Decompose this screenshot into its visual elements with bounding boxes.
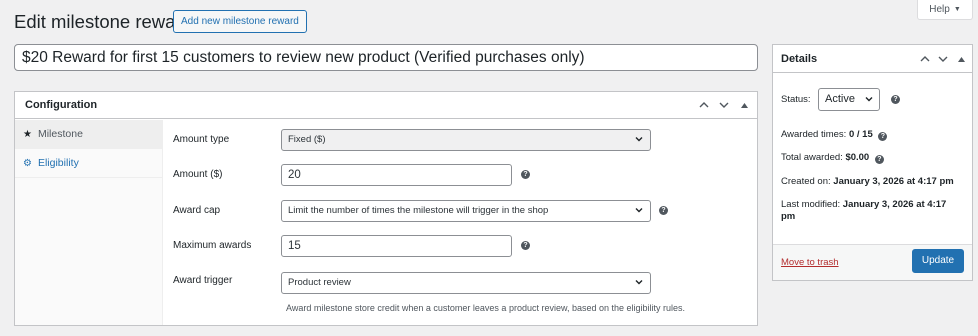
- details-footer: Move to trash Update: [773, 244, 972, 280]
- collapse-toggle-icon[interactable]: [737, 97, 751, 113]
- awarded-times-row: Awarded times: 0 / 15 ?: [781, 129, 888, 141]
- help-question-icon[interactable]: ?: [521, 241, 530, 250]
- maximum-awards-input[interactable]: 15: [281, 235, 512, 257]
- move-up-icon[interactable]: [918, 51, 932, 67]
- last-modified-value: January 3, 2026 at 4:17: [842, 199, 947, 210]
- update-button[interactable]: Update: [912, 249, 964, 273]
- amount-input[interactable]: 20: [281, 164, 512, 186]
- help-label: Help: [929, 4, 950, 15]
- total-awarded-row: Total awarded: $0.00 ?: [781, 152, 884, 164]
- amount-type-label: Amount type: [173, 134, 230, 145]
- award-cap-select[interactable]: Limit the number of times the milestone …: [281, 200, 651, 222]
- configuration-header: Configuration: [15, 92, 757, 119]
- tab-eligibility[interactable]: ⚙ Eligibility: [15, 149, 162, 178]
- page-title: Edit milestone reward: [14, 11, 192, 32]
- award-trigger-select[interactable]: Product review: [281, 272, 651, 294]
- move-down-icon[interactable]: [936, 51, 950, 67]
- awarded-times-value: 0 / 15: [848, 129, 873, 140]
- help-question-icon[interactable]: ?: [878, 132, 888, 141]
- add-new-milestone-button[interactable]: Add new milestone reward: [173, 10, 307, 33]
- gear-icon: ⚙: [23, 157, 32, 169]
- award-trigger-value: Product review: [288, 277, 351, 288]
- award-trigger-description: Award milestone store credit when a cust…: [286, 303, 686, 313]
- details-title: Details: [781, 53, 818, 65]
- configuration-title: Configuration: [25, 99, 98, 111]
- chevron-down-icon: [634, 277, 644, 287]
- move-up-icon[interactable]: [697, 97, 711, 113]
- last-modified-value-cont: pm: [781, 211, 796, 222]
- collapse-toggle-icon[interactable]: [954, 51, 968, 67]
- help-tab-button[interactable]: Help ▼: [917, 0, 973, 20]
- last-modified-row: Last modified: January 3, 2026 at 4:17: [781, 199, 946, 211]
- chevron-down-icon: [864, 94, 874, 104]
- tab-milestone[interactable]: ★ Milestone: [15, 120, 162, 149]
- awarded-times-label: Awarded times:: [781, 129, 847, 140]
- star-icon: ★: [23, 128, 32, 140]
- configuration-panel: Configuration ★ Milestone ⚙ Eligibility …: [14, 91, 758, 326]
- amount-type-select[interactable]: Fixed ($): [281, 129, 651, 151]
- move-to-trash-link[interactable]: Move to trash: [781, 257, 839, 268]
- tab-eligibility-label: Eligibility: [37, 157, 79, 169]
- created-on-value: January 3, 2026 at 4:17 pm: [833, 176, 954, 187]
- details-header: Details: [773, 45, 972, 73]
- chevron-down-icon: [634, 205, 644, 215]
- maximum-awards-label: Maximum awards: [173, 240, 252, 251]
- award-trigger-label: Award trigger: [173, 275, 233, 286]
- help-question-icon[interactable]: ?: [659, 206, 668, 215]
- last-modified-label: Last modified:: [781, 199, 841, 210]
- details-panel: Details Status: Active ? Awarded times: …: [772, 44, 973, 281]
- award-cap-value: Limit the number of times the milestone …: [288, 205, 549, 216]
- last-modified-row-cont: pm: [781, 211, 795, 223]
- status-label: Status:: [781, 94, 811, 105]
- triangle-down-icon: ▼: [953, 6, 961, 13]
- tab-milestone-label: Milestone: [37, 128, 83, 140]
- move-down-icon[interactable]: [717, 97, 731, 113]
- created-on-label: Created on:: [781, 176, 831, 187]
- total-awarded-value: $0.00: [845, 152, 870, 163]
- created-on-row: Created on: January 3, 2026 at 4:17 pm: [781, 176, 954, 188]
- chevron-down-icon: [634, 134, 644, 144]
- total-awarded-label: Total awarded:: [781, 152, 843, 163]
- help-question-icon[interactable]: ?: [874, 155, 884, 164]
- amount-type-value: Fixed ($): [288, 134, 326, 145]
- help-question-icon[interactable]: ?: [891, 95, 900, 104]
- reward-title-input[interactable]: $20 Reward for first 15 customers to rev…: [14, 44, 758, 71]
- configuration-tabs: ★ Milestone ⚙ Eligibility: [15, 120, 163, 325]
- status-select[interactable]: Active: [818, 88, 880, 111]
- amount-label: Amount ($): [173, 169, 223, 180]
- status-value: Active: [825, 93, 855, 105]
- award-cap-label: Award cap: [173, 205, 221, 216]
- help-question-icon[interactable]: ?: [521, 170, 530, 179]
